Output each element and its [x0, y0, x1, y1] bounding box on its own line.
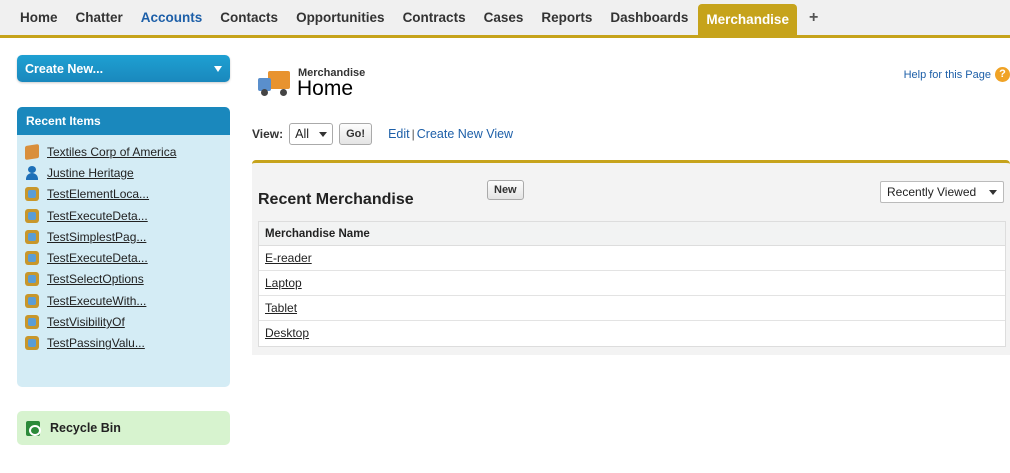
merchandise-table: Merchandise Name E-reader Laptop Tablet …	[258, 221, 1006, 347]
recent-item: TestExecuteDeta...	[17, 247, 230, 268]
link-separator: |	[411, 127, 415, 141]
recently-viewed-value: Recently Viewed	[887, 185, 977, 199]
merchandise-icon	[25, 187, 39, 202]
view-select[interactable]: All	[289, 123, 334, 145]
add-tab-icon[interactable]: +	[799, 3, 828, 33]
merchandise-icon	[25, 251, 39, 266]
new-button[interactable]: New	[487, 180, 524, 200]
merchandise-link[interactable]: E-reader	[265, 251, 312, 265]
recent-item: Justine Heritage	[17, 162, 230, 183]
recent-item: TestPassingValu...	[17, 333, 230, 354]
tab-accounts[interactable]: Accounts	[133, 3, 211, 33]
recycle-bin-icon	[26, 420, 41, 436]
recent-items-title: Recent Items	[17, 107, 230, 135]
recent-item: TestExecuteDeta...	[17, 205, 230, 226]
tab-contracts[interactable]: Contracts	[395, 3, 474, 33]
recent-item-link[interactable]: Textiles Corp of America	[47, 145, 176, 159]
merchandise-icon	[25, 208, 39, 223]
tab-opportunities[interactable]: Opportunities	[288, 3, 393, 33]
tab-home[interactable]: Home	[12, 3, 66, 33]
recent-item: TestExecuteWith...	[17, 290, 230, 311]
page-title: Home	[297, 77, 354, 100]
recycle-bin-link[interactable]: Recycle Bin	[17, 411, 230, 445]
recently-viewed-select[interactable]: Recently Viewed	[880, 181, 1004, 203]
column-header-merchandise-name[interactable]: Merchandise Name	[259, 222, 1005, 246]
view-links: Edit | Create New View	[388, 127, 513, 141]
merchandise-icon	[25, 229, 39, 244]
recent-item-link[interactable]: TestPassingValu...	[47, 336, 145, 350]
merchandise-link[interactable]: Tablet	[265, 301, 297, 315]
view-label: View:	[252, 127, 284, 141]
table-row: Tablet	[259, 296, 1005, 321]
account-icon	[25, 143, 39, 160]
recent-item-link[interactable]: TestExecuteDeta...	[47, 209, 148, 223]
top-tab-bar: Home Chatter Accounts Contacts Opportuni…	[0, 0, 1010, 38]
tab-chatter[interactable]: Chatter	[68, 3, 131, 33]
recent-item: TestElementLoca...	[17, 184, 230, 205]
tab-dashboards[interactable]: Dashboards	[602, 3, 696, 33]
recent-item-link[interactable]: TestExecuteDeta...	[47, 251, 148, 265]
help-for-page: Help for this Page ?	[904, 67, 1010, 82]
recent-item: TestSimplestPag...	[17, 226, 230, 247]
sidebar: Create New... Recent Items Textiles Corp…	[17, 55, 230, 445]
merchandise-icon	[25, 293, 39, 308]
recent-items-list: Textiles Corp of America Justine Heritag…	[17, 135, 230, 354]
create-new-label: Create New...	[25, 61, 104, 76]
merchandise-icon	[25, 315, 39, 330]
merchandise-link[interactable]: Desktop	[265, 326, 309, 340]
tab-cases[interactable]: Cases	[476, 3, 532, 33]
help-icon[interactable]: ?	[995, 67, 1010, 82]
tab-contacts[interactable]: Contacts	[212, 3, 286, 33]
chevron-down-icon	[989, 189, 997, 195]
recent-item-link[interactable]: TestExecuteWith...	[47, 294, 146, 308]
tab-reports[interactable]: Reports	[533, 3, 600, 33]
panel-title: Recent Merchandise	[258, 191, 414, 208]
recent-item-link[interactable]: TestElementLoca...	[47, 187, 149, 201]
merchandise-icon	[25, 272, 39, 287]
recent-item: TestSelectOptions	[17, 269, 230, 290]
create-new-dropdown[interactable]: Create New...	[17, 55, 230, 82]
edit-view-link[interactable]: Edit	[388, 127, 410, 141]
recent-item-link[interactable]: Justine Heritage	[47, 166, 134, 180]
merchandise-link[interactable]: Laptop	[265, 276, 302, 290]
recent-merchandise-panel: Recent Merchandise New Recently Viewed M…	[252, 160, 1010, 355]
contact-icon	[25, 165, 39, 180]
recent-item: TestVisibilityOf	[17, 311, 230, 332]
go-button[interactable]: Go!	[339, 123, 373, 145]
view-selector-row: View: All Go! Edit | Create New View	[252, 123, 513, 145]
chevron-down-icon	[319, 131, 328, 137]
help-link[interactable]: Help for this Page	[904, 69, 991, 81]
recent-item-link[interactable]: TestVisibilityOf	[47, 315, 125, 329]
recent-item-link[interactable]: TestSelectOptions	[47, 272, 144, 286]
recycle-bin-label: Recycle Bin	[50, 421, 121, 435]
recent-items-panel: Recent Items Textiles Corp of America Ju…	[17, 107, 230, 387]
table-row: Desktop	[259, 321, 1005, 346]
recent-item-link[interactable]: TestSimplestPag...	[47, 230, 146, 244]
tab-merchandise[interactable]: Merchandise	[698, 4, 797, 37]
chevron-down-icon	[214, 65, 222, 72]
merchandise-truck-icon	[258, 71, 290, 98]
table-row: Laptop	[259, 271, 1005, 296]
view-select-value: All	[295, 127, 310, 141]
merchandise-icon	[25, 336, 39, 351]
create-new-view-link[interactable]: Create New View	[417, 127, 513, 141]
recent-item: Textiles Corp of America	[17, 141, 230, 162]
table-row: E-reader	[259, 246, 1005, 271]
